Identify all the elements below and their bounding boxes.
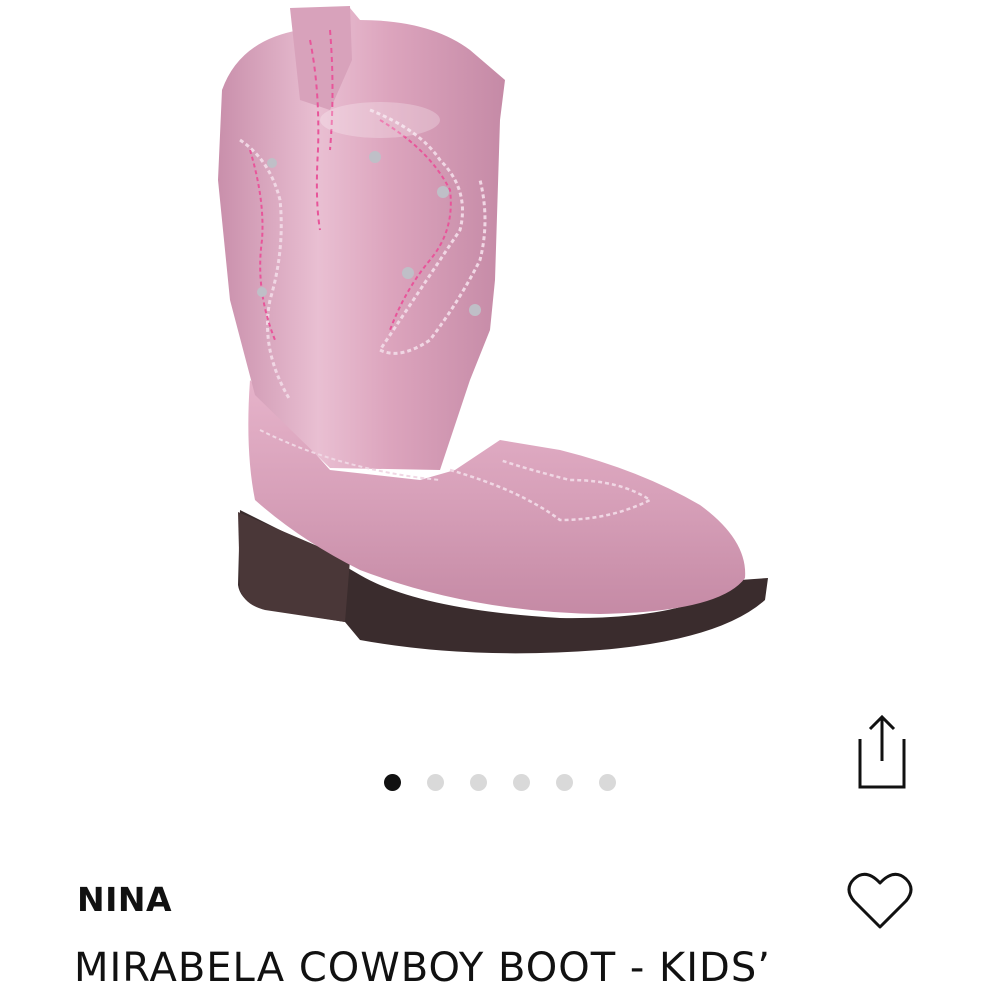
carousel-dot-6[interactable] [599, 773, 616, 791]
carousel-dot-3[interactable] [470, 773, 487, 791]
product-title: MIRABELA COWBOY BOOT - KIDS’ [74, 945, 771, 991]
product-brand[interactable]: NINA [77, 880, 172, 919]
carousel-dot-5[interactable] [556, 773, 573, 791]
boot-shaft [218, 8, 505, 470]
carousel-dot-1[interactable] [384, 773, 401, 791]
wishlist-button[interactable] [840, 860, 920, 940]
product-image[interactable] [0, 0, 1000, 720]
heart-icon [847, 872, 913, 929]
carousel-dots [0, 770, 1000, 794]
carousel-dot-4[interactable] [513, 773, 530, 791]
boot-illustration [218, 6, 768, 654]
carousel-dot-2[interactable] [427, 773, 444, 791]
